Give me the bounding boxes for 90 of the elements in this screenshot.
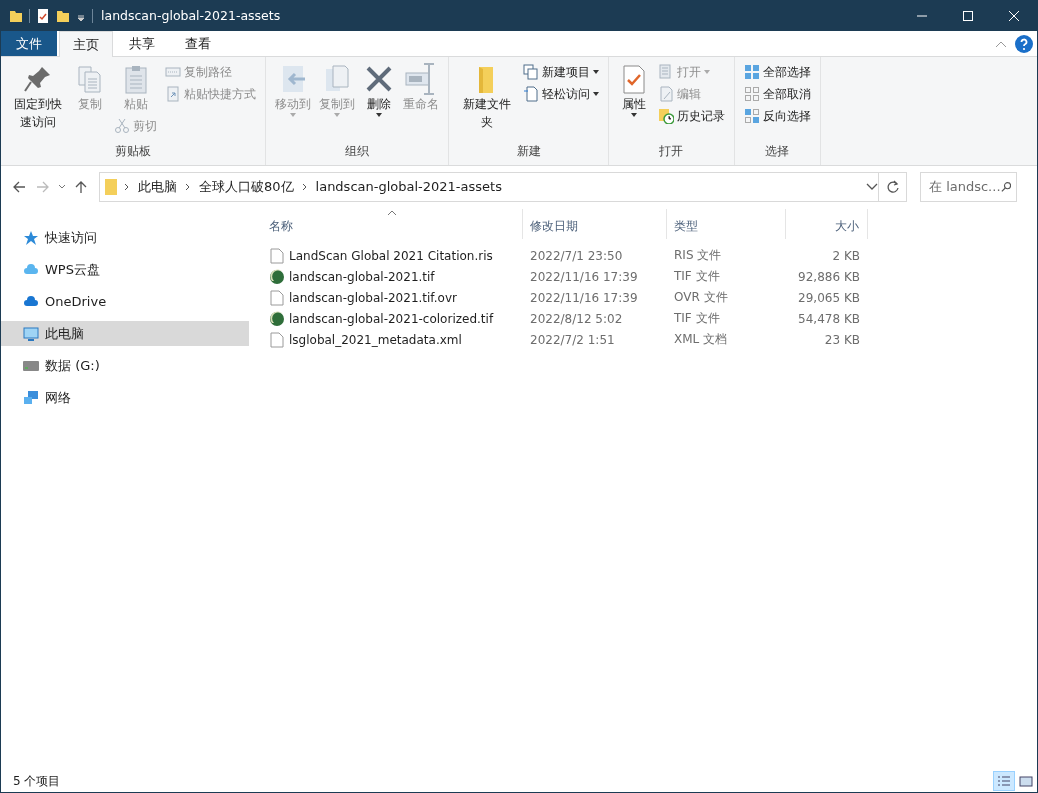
open-icon	[657, 64, 674, 80]
file-name[interactable]: landscan-global-2021.tif.ovr	[262, 289, 523, 306]
document-icon	[269, 331, 285, 348]
ribbon-button[interactable]: 反向选择	[740, 105, 814, 127]
search-field[interactable]: 在 landsc...	[920, 171, 1017, 202]
file-name[interactable]: landscan-global-2021-colorized.tif	[262, 310, 523, 327]
item-count: 5 个项目	[13, 772, 62, 790]
collapse-ribbon-icon[interactable]	[995, 39, 1007, 48]
ribbon-group-label: 打开	[658, 143, 685, 160]
nav-pane-item[interactable]: 此电脑	[1, 321, 249, 346]
file-name[interactable]: LandScan Global 2021 Citation.ris	[262, 247, 523, 264]
document-icon	[269, 247, 285, 264]
modified-date: 2022/11/16 17:39	[529, 269, 639, 284]
document-icon	[269, 289, 285, 306]
checked-document-icon[interactable]	[36, 7, 50, 24]
page-icon	[522, 86, 539, 102]
file-type: OVR 文件	[673, 289, 729, 306]
modified-date: 2022/8/12 5:02	[529, 311, 624, 326]
help-icon[interactable]	[1015, 34, 1033, 53]
search-placeholder: 在 landsc...	[929, 177, 1001, 196]
edit-icon	[657, 86, 674, 102]
ribbon-button[interactable]: 全部选择	[740, 61, 814, 83]
ribbon-button[interactable]: 删除	[360, 61, 399, 119]
close-icon	[1009, 10, 1019, 21]
select-none-icon	[743, 86, 760, 102]
select-all-icon	[743, 64, 760, 80]
modified-date: 2022/11/16 17:39	[529, 290, 639, 305]
chevron-down-icon	[58, 183, 66, 190]
nav-pane-item[interactable]: 数据 (G:)	[1, 353, 249, 378]
details-view-button[interactable]	[993, 771, 1015, 791]
ribbon-group-label: 剪贴板	[114, 143, 153, 160]
forward-icon	[36, 179, 50, 194]
ribbon-button[interactable]: 属性	[614, 61, 653, 119]
scissors-icon	[114, 118, 131, 134]
new-item-icon	[522, 64, 539, 80]
column-header[interactable]: 大小	[786, 209, 868, 239]
ribbon-button[interactable]: 固定到快速访问	[7, 61, 70, 133]
monitor-icon	[23, 325, 39, 342]
ribbon-button[interactable]: 新建项目	[519, 61, 602, 83]
nav-pane-item[interactable]: 网络	[1, 385, 249, 410]
breadcrumb-item[interactable]: landscan-global-2021-assets	[309, 179, 508, 194]
large-icons-view-icon	[1018, 774, 1034, 788]
file-type: TIF 文件	[673, 310, 721, 327]
file-menu-tab[interactable]: 文件	[1, 31, 57, 56]
history-icon	[657, 108, 674, 124]
details-view-icon	[996, 774, 1012, 788]
ribbon-button[interactable]: 全部取消	[740, 83, 814, 105]
window-title: landscan-global-2021-assets	[101, 8, 282, 23]
invert-selection-icon	[743, 108, 760, 124]
maximize-icon	[963, 10, 973, 21]
file-size: 2 KB	[831, 248, 861, 263]
file-type: RIS 文件	[673, 247, 723, 264]
refresh-icon	[885, 179, 900, 194]
chevron-down-icon[interactable]	[866, 182, 878, 191]
path-icon	[165, 64, 182, 80]
globe-icon	[269, 268, 285, 285]
back-icon	[12, 179, 26, 194]
network-icon	[23, 389, 39, 406]
star-icon	[23, 229, 39, 246]
ribbon-button[interactable]: 历史记录	[654, 105, 728, 127]
ribbon-group-label: 组织	[344, 143, 371, 160]
modified-date: 2022/7/1 23:50	[529, 248, 624, 263]
breadcrumb-item[interactable]: 全球人口破80亿	[193, 177, 300, 196]
file-name[interactable]: landscan-global-2021.tif	[262, 268, 523, 285]
nav-pane-item[interactable]: WPS云盘	[1, 257, 249, 282]
refresh-button[interactable]	[879, 171, 907, 202]
file-size: 23 KB	[823, 332, 861, 347]
ribbon-group-label: 新建	[515, 143, 542, 160]
file-size: 29,065 KB	[797, 290, 861, 305]
file-type: TIF 文件	[673, 268, 721, 285]
file-name[interactable]: lsglobal_2021_metadata.xml	[262, 331, 523, 348]
ribbon-tab[interactable]: 主页	[59, 31, 113, 57]
ribbon-button[interactable]: 新建文件夹	[455, 61, 518, 133]
modified-date: 2022/7/2 1:51	[529, 332, 616, 347]
globe-icon	[269, 310, 285, 327]
file-type: XML 文档	[673, 331, 729, 348]
column-header[interactable]: 名称	[262, 209, 523, 239]
ribbon-group-label: 选择	[764, 143, 791, 160]
file-size: 54,478 KB	[797, 311, 861, 326]
nav-pane-item[interactable]: 快速访问	[1, 225, 249, 250]
shortcut-icon	[165, 86, 182, 102]
column-header[interactable]: 修改日期	[523, 209, 667, 239]
column-header[interactable]: 类型	[667, 209, 786, 239]
ribbon-button[interactable]: 轻松访问	[519, 83, 602, 105]
nav-pane-item[interactable]: OneDrive	[1, 289, 249, 314]
up-icon	[74, 179, 88, 194]
file-size: 92,886 KB	[797, 269, 861, 284]
address-bar[interactable]: 此电脑 全球人口破80亿 landscan-global-2021-assets	[99, 171, 879, 202]
breadcrumb-item[interactable]: 此电脑	[132, 177, 183, 196]
search-icon	[1000, 180, 1011, 193]
